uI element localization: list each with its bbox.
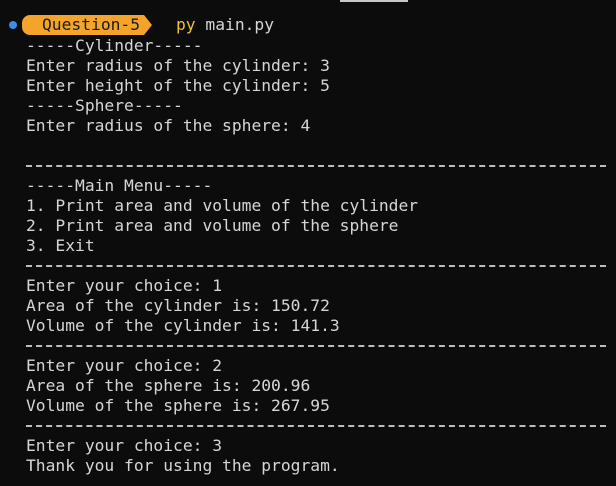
window-edge-line [340, 0, 408, 2]
badge-left-cap [22, 15, 30, 35]
command-file: main.py [205, 15, 275, 34]
folder-name: Question-5 [30, 15, 145, 35]
output-line: Thank you for using the program. [26, 456, 340, 475]
output-line: 3. Exit [26, 236, 95, 255]
output-line: Enter your choice: 2 [26, 356, 223, 375]
output-line: -----Main Menu----- [26, 176, 213, 195]
output-line: Volume of the sphere is: 267.95 [26, 396, 330, 415]
output-line: Enter height of the cylinder: 5 [26, 76, 330, 95]
output-line: Enter radius of the cylinder: 3 [26, 56, 330, 75]
output-line: 1. Print area and volume of the cylinder [26, 196, 419, 215]
terminal-output[interactable]: Question-5 py main.py -----Cylinder-----… [0, 14, 616, 476]
badge-arrow-icon [144, 15, 153, 35]
program-output: -----Cylinder----- Enter radius of the cy… [0, 36, 616, 476]
folder-badge: Question-5 [22, 15, 153, 35]
output-line: -----Sphere----- [26, 96, 183, 115]
command: py main.py [176, 14, 274, 36]
output-line: Enter radius of the sphere: 4 [26, 116, 311, 135]
output-line: Volume of the cylinder is: 141.3 [26, 316, 340, 335]
separator-line [0, 336, 616, 356]
status-dot-icon [9, 21, 17, 29]
command-keyword: py [176, 15, 196, 34]
output-line: 2. Print area and volume of the sphere [26, 216, 399, 235]
prompt-line: Question-5 py main.py [0, 14, 616, 36]
output-line: -----Cylinder----- [26, 36, 203, 55]
separator-line [0, 256, 616, 276]
separator-line [0, 416, 616, 436]
output-line: Enter your choice: 3 [26, 436, 223, 455]
output-line: Enter your choice: 1 [26, 276, 223, 295]
separator-line [0, 156, 616, 176]
output-line: Area of the cylinder is: 150.72 [26, 296, 330, 315]
output-line: Area of the sphere is: 200.96 [26, 376, 311, 395]
